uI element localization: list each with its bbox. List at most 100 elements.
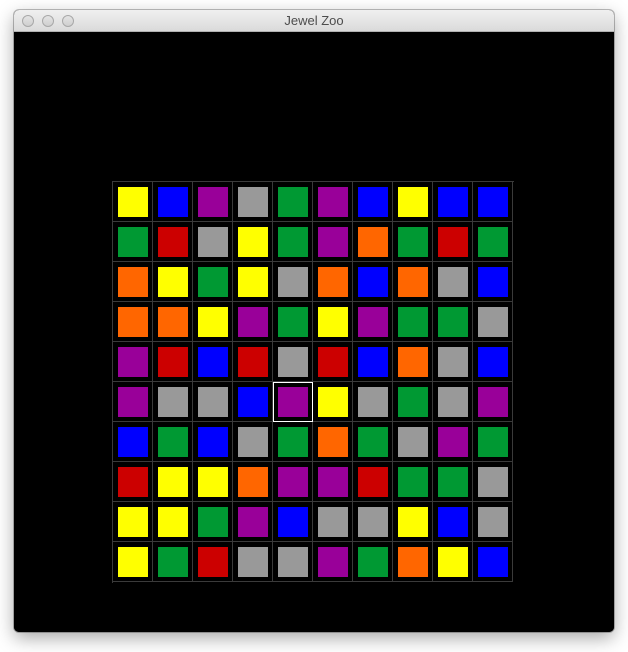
board-cell[interactable]: [273, 422, 313, 462]
board-cell[interactable]: [153, 302, 193, 342]
board-cell[interactable]: [473, 422, 513, 462]
jewel-tile[interactable]: [358, 427, 388, 457]
jewel-tile[interactable]: [318, 347, 348, 377]
jewel-tile[interactable]: [438, 227, 468, 257]
board-cell[interactable]: [233, 542, 273, 582]
board-cell[interactable]: [153, 222, 193, 262]
board-cell[interactable]: [313, 342, 353, 382]
board-cell[interactable]: [113, 262, 153, 302]
board-cell[interactable]: [313, 222, 353, 262]
jewel-tile[interactable]: [278, 227, 308, 257]
jewel-tile[interactable]: [438, 187, 468, 217]
jewel-tile[interactable]: [478, 307, 508, 337]
board-cell[interactable]: [273, 222, 313, 262]
board-cell[interactable]: [113, 302, 153, 342]
board-cell[interactable]: [433, 342, 473, 382]
board-cell[interactable]: [153, 182, 193, 222]
jewel-tile[interactable]: [198, 507, 228, 537]
jewel-tile[interactable]: [358, 267, 388, 297]
board-cell[interactable]: [393, 462, 433, 502]
board-cell[interactable]: [393, 382, 433, 422]
board-cell[interactable]: [353, 182, 393, 222]
board-cell[interactable]: [273, 182, 313, 222]
jewel-tile[interactable]: [158, 267, 188, 297]
jewel-tile[interactable]: [478, 547, 508, 577]
jewel-tile[interactable]: [238, 307, 268, 337]
board-cell[interactable]: [233, 262, 273, 302]
board-cell[interactable]: [153, 462, 193, 502]
board-cell[interactable]: [433, 262, 473, 302]
board-cell[interactable]: [193, 262, 233, 302]
board-cell[interactable]: [113, 422, 153, 462]
board-cell[interactable]: [193, 422, 233, 462]
jewel-tile[interactable]: [398, 547, 428, 577]
jewel-tile[interactable]: [118, 307, 148, 337]
jewel-tile[interactable]: [318, 467, 348, 497]
jewel-tile[interactable]: [238, 187, 268, 217]
jewel-tile[interactable]: [398, 467, 428, 497]
board-cell[interactable]: [353, 502, 393, 542]
jewel-tile[interactable]: [158, 187, 188, 217]
jewel-tile[interactable]: [318, 227, 348, 257]
board-cell[interactable]: [313, 542, 353, 582]
jewel-tile[interactable]: [398, 507, 428, 537]
board-cell[interactable]: [393, 302, 433, 342]
board-cell[interactable]: [153, 262, 193, 302]
jewel-tile[interactable]: [478, 227, 508, 257]
jewel-tile[interactable]: [158, 467, 188, 497]
jewel-tile[interactable]: [438, 387, 468, 417]
board-cell[interactable]: [313, 182, 353, 222]
board-cell[interactable]: [473, 382, 513, 422]
jewel-tile[interactable]: [158, 387, 188, 417]
board-cell[interactable]: [433, 222, 473, 262]
board-cell[interactable]: [473, 222, 513, 262]
jewel-tile[interactable]: [438, 547, 468, 577]
board-cell[interactable]: [113, 222, 153, 262]
board-cell[interactable]: [433, 502, 473, 542]
board-cell[interactable]: [153, 542, 193, 582]
board-cell[interactable]: [473, 342, 513, 382]
jewel-tile[interactable]: [358, 227, 388, 257]
jewel-tile[interactable]: [278, 547, 308, 577]
jewel-tile[interactable]: [398, 307, 428, 337]
jewel-tile[interactable]: [438, 347, 468, 377]
jewel-tile[interactable]: [278, 347, 308, 377]
jewel-tile[interactable]: [478, 187, 508, 217]
jewel-tile[interactable]: [278, 267, 308, 297]
jewel-tile[interactable]: [118, 547, 148, 577]
board-cell[interactable]: [233, 342, 273, 382]
jewel-tile[interactable]: [478, 387, 508, 417]
jewel-tile[interactable]: [398, 387, 428, 417]
board-cell[interactable]: [113, 542, 153, 582]
title-bar[interactable]: Jewel Zoo: [14, 10, 614, 32]
board-cell[interactable]: [433, 542, 473, 582]
board-cell[interactable]: [273, 462, 313, 502]
board-cell[interactable]: [393, 502, 433, 542]
board-cell-selected[interactable]: [273, 382, 313, 422]
board-cell[interactable]: [433, 462, 473, 502]
jewel-tile[interactable]: [318, 387, 348, 417]
jewel-tile[interactable]: [398, 347, 428, 377]
board-cell[interactable]: [353, 262, 393, 302]
jewel-tile[interactable]: [238, 467, 268, 497]
jewel-tile[interactable]: [398, 427, 428, 457]
jewel-tile[interactable]: [318, 427, 348, 457]
jewel-tile[interactable]: [438, 307, 468, 337]
jewel-tile[interactable]: [318, 187, 348, 217]
board-cell[interactable]: [313, 302, 353, 342]
board-cell[interactable]: [273, 342, 313, 382]
board-cell[interactable]: [233, 382, 273, 422]
jewel-tile[interactable]: [118, 227, 148, 257]
board-cell[interactable]: [433, 422, 473, 462]
jewel-tile[interactable]: [278, 307, 308, 337]
board-cell[interactable]: [233, 302, 273, 342]
board-cell[interactable]: [193, 182, 233, 222]
jewel-tile[interactable]: [118, 507, 148, 537]
jewel-tile[interactable]: [398, 267, 428, 297]
board-cell[interactable]: [273, 302, 313, 342]
jewel-tile[interactable]: [118, 267, 148, 297]
board-cell[interactable]: [193, 382, 233, 422]
jewel-tile[interactable]: [278, 427, 308, 457]
board-cell[interactable]: [313, 462, 353, 502]
board-cell[interactable]: [273, 542, 313, 582]
